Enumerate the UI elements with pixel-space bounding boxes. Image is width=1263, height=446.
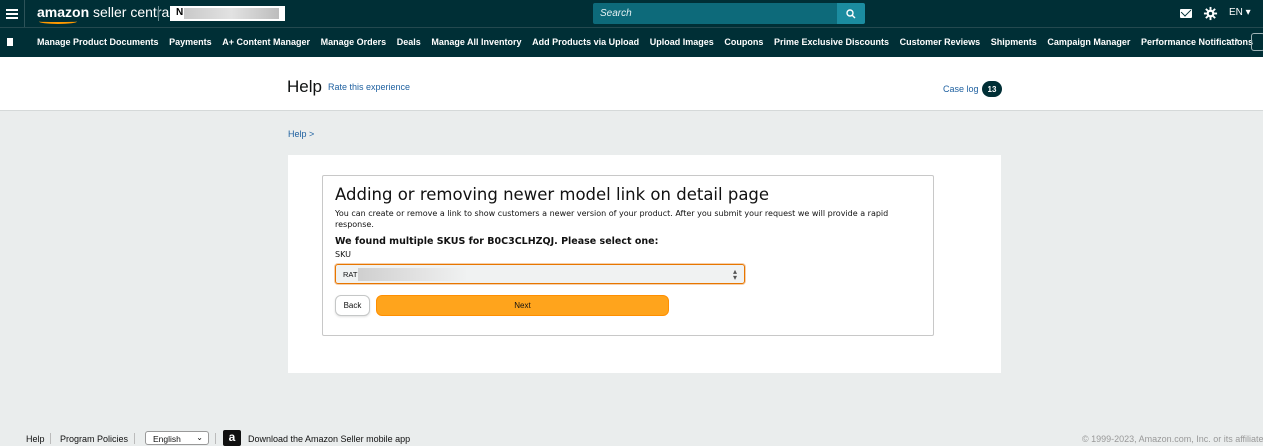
- search-input[interactable]: [593, 3, 837, 24]
- divider: [50, 433, 51, 444]
- amazon-app-icon[interactable]: a: [223, 430, 241, 446]
- case-log-link[interactable]: Case log: [943, 84, 979, 94]
- next-button[interactable]: Next: [376, 295, 669, 316]
- search-icon: [846, 8, 856, 18]
- nav-items: Manage Product Documents Payments A+ Con…: [37, 37, 1263, 47]
- help-header: Help Rate this experience Case log 13: [0, 57, 1263, 111]
- select-arrows-icon: ▴ ▾: [732, 267, 737, 282]
- search-button[interactable]: [837, 3, 865, 24]
- sku-select[interactable]: RAT ▴ ▾: [335, 264, 745, 284]
- nav-item-customer-reviews[interactable]: Customer Reviews: [900, 37, 981, 47]
- chevron-down-icon: ⌄: [196, 433, 203, 442]
- form-title: Adding or removing newer model link on d…: [335, 185, 770, 204]
- nav-item-payments[interactable]: Payments: [169, 37, 212, 47]
- nav-item-manage-all-inventory[interactable]: Manage All Inventory: [431, 37, 521, 47]
- download-app-link[interactable]: Download the Amazon Seller mobile app: [248, 434, 410, 444]
- nav-item-campaign-manager[interactable]: Campaign Manager: [1047, 37, 1130, 47]
- page-title: Help: [287, 77, 322, 96]
- menu-button[interactable]: [0, 0, 25, 27]
- bookmark-nav-bar: Manage Product Documents Payments A+ Con…: [0, 27, 1263, 57]
- breadcrumb-help[interactable]: Help >: [288, 129, 314, 139]
- amazon-smile-icon: [39, 19, 77, 24]
- footer-help-link[interactable]: Help: [26, 434, 45, 444]
- nav-item-manage-product-documents[interactable]: Manage Product Documents: [37, 37, 159, 47]
- nav-item-manage-orders[interactable]: Manage Orders: [321, 37, 387, 47]
- redacted-sku: [358, 268, 468, 281]
- selected-sku-value: RAT: [343, 270, 358, 279]
- nav-edit-button[interactable]: [1251, 33, 1263, 51]
- sku-label: SKU: [335, 250, 351, 259]
- redacted-account-name: [184, 8, 279, 19]
- form-description: You can create or remove a link to show …: [335, 209, 889, 229]
- mail-icon[interactable]: [1180, 9, 1192, 18]
- rate-experience-link[interactable]: Rate this experience: [328, 82, 410, 92]
- footer: Help Program Policies English ⌄ a Downlo…: [0, 430, 1263, 446]
- divider: [215, 433, 216, 444]
- nav-item-add-products-via-upload[interactable]: Add Products via Upload: [532, 37, 639, 47]
- copyright-text: © 1999-2023, Amazon.com, Inc. or its aff…: [1082, 434, 1263, 444]
- language-selector[interactable]: EN ▾: [1229, 7, 1251, 18]
- multiple-skus-message: We found multiple SKUS for B0C3CLHZQJ. P…: [335, 236, 659, 247]
- nav-item-prime-exclusive-discounts[interactable]: Prime Exclusive Discounts: [774, 37, 889, 47]
- gear-icon[interactable]: [1203, 6, 1218, 21]
- more-menu-button[interactable]: ···: [1226, 35, 1240, 47]
- hamburger-icon: [6, 8, 18, 19]
- account-switcher[interactable]: N: [170, 6, 285, 21]
- nav-item-upload-images[interactable]: Upload Images: [650, 37, 714, 47]
- nav-item-a-plus-content-manager[interactable]: A+ Content Manager: [222, 37, 310, 47]
- seller-central-logo[interactable]: amazon seller central: [37, 4, 172, 24]
- footer-program-policies-link[interactable]: Program Policies: [60, 434, 128, 444]
- case-count-badge[interactable]: 13: [982, 81, 1002, 97]
- search-box: [593, 3, 837, 24]
- nav-item-deals[interactable]: Deals: [397, 37, 421, 47]
- back-button[interactable]: Back: [335, 295, 370, 316]
- top-bar: amazon seller central N EN ▾: [0, 0, 1263, 27]
- divider: [134, 433, 135, 444]
- nav-item-coupons[interactable]: Coupons: [724, 37, 763, 47]
- divider: [158, 6, 159, 21]
- footer-language-select[interactable]: English ⌄: [145, 431, 209, 445]
- bookmark-icon[interactable]: [7, 38, 13, 46]
- nav-item-shipments[interactable]: Shipments: [991, 37, 1037, 47]
